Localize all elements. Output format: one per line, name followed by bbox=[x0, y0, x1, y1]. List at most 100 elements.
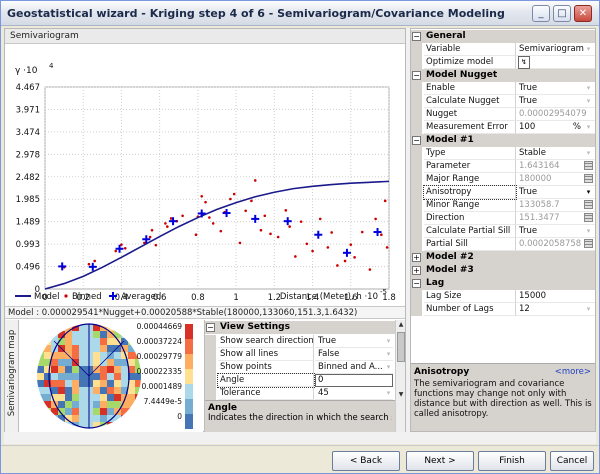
finish-button[interactable]: Finish bbox=[478, 451, 546, 471]
property-category[interactable]: − General bbox=[411, 30, 595, 43]
collapse-icon[interactable]: − bbox=[412, 136, 421, 145]
view-setting-row[interactable]: Show search direction True ▾ bbox=[205, 335, 395, 348]
dropdown-arrow-icon[interactable]: ▾ bbox=[584, 96, 593, 106]
property-category[interactable]: − Lag bbox=[411, 277, 595, 290]
next-button[interactable]: Next > bbox=[406, 451, 474, 471]
view-desc-title: Angle bbox=[208, 403, 238, 413]
dropdown-arrow-icon[interactable]: ▾ bbox=[384, 349, 393, 359]
calculator-icon[interactable] bbox=[584, 200, 593, 209]
expand-icon[interactable]: + bbox=[412, 253, 421, 262]
semivariogram-chart[interactable]: 0 0.2 0.4 0.6 0.8 1 1.2 1.4 1.6 1.800.4960.9931.4… bbox=[5, 45, 405, 306]
dropdown-arrow-icon[interactable]: ▾ bbox=[584, 187, 593, 197]
view-setting-value[interactable]: False bbox=[315, 348, 393, 361]
property-row[interactable]: Number of Lags 12 ▾ bbox=[411, 303, 595, 316]
map-cell bbox=[58, 373, 65, 380]
semivariogram-map[interactable]: 0.00044669 0.00037224 0.00029779 0.00022335… bbox=[19, 320, 203, 432]
map-cell bbox=[44, 331, 51, 338]
binned-point bbox=[368, 268, 372, 271]
view-setting-row[interactable]: Angle 0 bbox=[205, 373, 395, 388]
property-row[interactable]: Type Stable ▾ bbox=[411, 147, 595, 160]
map-cell bbox=[121, 324, 128, 331]
dropdown-arrow-icon[interactable]: ▾ bbox=[384, 362, 393, 372]
property-row[interactable]: Optimize model ↯ bbox=[411, 56, 595, 69]
calculator-icon[interactable] bbox=[584, 213, 593, 222]
dropdown-arrow-icon[interactable]: ▾ bbox=[584, 122, 593, 132]
property-name: Calculate Partial Sill bbox=[424, 225, 516, 238]
property-row[interactable]: Minor Range 133058.7 bbox=[411, 199, 595, 212]
optimize-model-icon[interactable]: ↯ bbox=[518, 56, 530, 69]
cancel-button[interactable]: Cancel bbox=[550, 451, 594, 471]
map-cell bbox=[51, 415, 58, 422]
view-setting-row[interactable]: Show all lines False ▾ bbox=[205, 348, 395, 361]
view-settings-category[interactable]: − View Settings bbox=[205, 321, 395, 334]
scroll-up-icon[interactable]: ▲ bbox=[396, 320, 406, 330]
map-cell bbox=[44, 408, 51, 415]
map-cell bbox=[51, 331, 58, 338]
view-setting-row[interactable]: Tolerance 45 ▾ bbox=[205, 387, 395, 400]
property-row[interactable]: Variable Semivariogram ▾ bbox=[411, 43, 595, 56]
calculator-icon[interactable] bbox=[584, 161, 593, 170]
collapse-icon[interactable]: − bbox=[412, 71, 421, 80]
dropdown-arrow-icon[interactable]: ▾ bbox=[584, 304, 593, 314]
back-button[interactable]: < Back bbox=[332, 451, 400, 471]
binned-point bbox=[305, 242, 309, 246]
map-cell bbox=[37, 345, 44, 352]
map-cell bbox=[93, 380, 100, 387]
map-cell bbox=[44, 401, 51, 408]
map-cell bbox=[37, 366, 44, 373]
binned-point bbox=[353, 256, 356, 259]
view-settings-scrollbar[interactable]: ▲ ▼ bbox=[395, 320, 405, 432]
view-setting-value[interactable]: 45 bbox=[315, 387, 393, 400]
property-row[interactable]: Calculate Partial Sill True ▾ bbox=[411, 225, 595, 238]
view-setting-row[interactable]: Show points Binned and A... ▾ bbox=[205, 361, 395, 374]
scroll-thumb[interactable] bbox=[397, 332, 405, 362]
property-row[interactable]: Enable True ▾ bbox=[411, 82, 595, 95]
property-category[interactable]: − Model #1 bbox=[411, 134, 595, 147]
property-category[interactable]: − Model Nugget bbox=[411, 69, 595, 82]
property-row[interactable]: Parameter 1.643164 bbox=[411, 160, 595, 173]
maximize-icon[interactable]: □ bbox=[553, 5, 571, 22]
title-bar[interactable]: Geostatistical wizard - Kriging step 4 o… bbox=[1, 1, 599, 26]
map-cell bbox=[79, 408, 86, 415]
map-cell bbox=[121, 366, 128, 373]
property-row[interactable]: Partial Sill 0.0002058758 bbox=[411, 238, 595, 251]
scroll-down-icon[interactable]: ▼ bbox=[396, 390, 406, 400]
property-category[interactable]: + Model #2 bbox=[411, 251, 595, 264]
binned-point bbox=[194, 233, 198, 237]
dropdown-arrow-icon[interactable]: ▾ bbox=[584, 226, 593, 236]
more-link[interactable]: <more> bbox=[555, 367, 591, 377]
property-value[interactable]: 15000 bbox=[516, 290, 595, 303]
model-equation: Model : 0.000029541*Nugget+0.00020588*St… bbox=[8, 308, 358, 318]
minimize-icon[interactable]: _ bbox=[532, 5, 550, 22]
dropdown-arrow-icon[interactable]: ▾ bbox=[584, 148, 593, 158]
view-setting-value[interactable]: True bbox=[315, 335, 393, 348]
dropdown-arrow-icon[interactable]: ▾ bbox=[584, 44, 593, 54]
property-row[interactable]: Measurement Error 100 ▾% bbox=[411, 121, 595, 134]
view-setting-value[interactable]: 0 bbox=[315, 374, 393, 387]
property-value[interactable]: 0.00002954079 bbox=[516, 108, 595, 121]
calculator-icon[interactable] bbox=[584, 174, 593, 183]
close-icon[interactable]: ✕ bbox=[574, 5, 592, 22]
property-row[interactable]: Major Range 180000 bbox=[411, 173, 595, 186]
property-name: Nugget bbox=[424, 108, 516, 121]
property-row[interactable]: Lag Size 15000 bbox=[411, 290, 595, 303]
view-setting-value[interactable]: Binned and A... bbox=[315, 361, 393, 374]
dropdown-arrow-icon[interactable]: ▾ bbox=[384, 388, 393, 398]
map-cell bbox=[121, 338, 128, 345]
calculator-icon[interactable] bbox=[584, 239, 593, 248]
binned-point bbox=[380, 233, 383, 237]
collapse-icon[interactable]: − bbox=[412, 279, 421, 288]
collapse-icon[interactable]: − bbox=[206, 323, 215, 332]
binned-point bbox=[169, 217, 173, 220]
collapse-icon[interactable]: − bbox=[412, 32, 421, 41]
dropdown-arrow-icon[interactable]: ▾ bbox=[584, 83, 593, 93]
map-cell bbox=[128, 394, 135, 401]
property-row[interactable]: Anisotropy True ▾ bbox=[411, 185, 595, 200]
map-cell bbox=[37, 415, 44, 422]
property-category[interactable]: + Model #3 bbox=[411, 264, 595, 277]
property-row[interactable]: Calculate Nugget True ▾ bbox=[411, 95, 595, 108]
expand-icon[interactable]: + bbox=[412, 266, 421, 275]
property-row[interactable]: Nugget 0.00002954079 bbox=[411, 108, 595, 121]
property-row[interactable]: Direction 151.3477 bbox=[411, 212, 595, 225]
dropdown-arrow-icon[interactable]: ▾ bbox=[384, 336, 393, 346]
